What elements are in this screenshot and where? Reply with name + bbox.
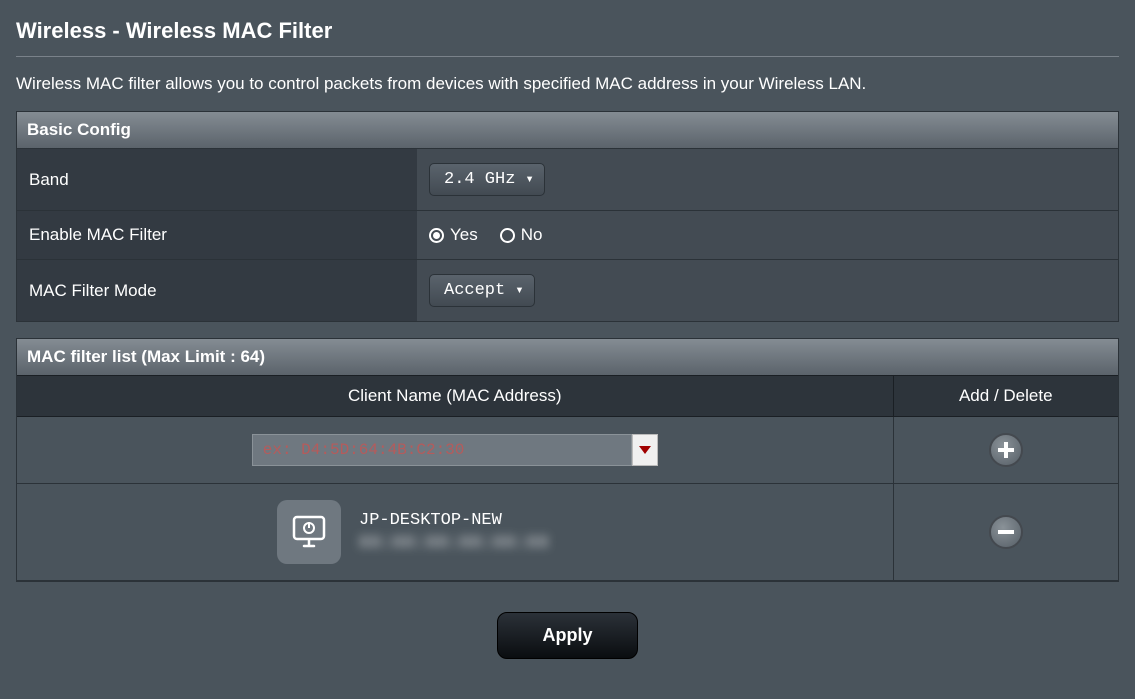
dropdown-triangle-icon (639, 446, 651, 454)
chevron-down-icon: ▾ (525, 171, 533, 188)
apply-button[interactable]: Apply (497, 612, 637, 659)
enable-no-radio[interactable]: No (500, 225, 543, 245)
basic-config-header: Basic Config (17, 112, 1118, 148)
mode-select[interactable]: Accept ▾ (429, 274, 535, 307)
mode-label: MAC Filter Mode (17, 260, 417, 322)
basic-config-table: Band 2.4 GHz ▾ Enable MAC Filter Yes (17, 148, 1118, 321)
page-description: Wireless MAC filter allows you to contro… (16, 73, 1119, 95)
client-mac: XX:XX:XX:XX:XX:XX (359, 534, 549, 553)
client-row: JP-DESKTOP-NEW XX:XX:XX:XX:XX:XX (27, 500, 883, 564)
chevron-down-icon: ▾ (515, 282, 523, 299)
plus-icon (996, 440, 1016, 460)
client-name: JP-DESKTOP-NEW (359, 511, 549, 530)
col-client-header: Client Name (MAC Address) (17, 376, 893, 417)
row-band: Band 2.4 GHz ▾ (17, 149, 1118, 211)
enable-yes-radio[interactable]: Yes (429, 225, 478, 245)
device-icon (277, 500, 341, 564)
client-text: JP-DESKTOP-NEW XX:XX:XX:XX:XX:XX (359, 511, 549, 553)
enable-label: Enable MAC Filter (17, 211, 417, 260)
list-header-row: Client Name (MAC Address) Add / Delete (17, 376, 1118, 417)
enable-no-label: No (521, 225, 543, 245)
mode-select-value: Accept (444, 281, 505, 300)
list-entry-row: JP-DESKTOP-NEW XX:XX:XX:XX:XX:XX (17, 484, 1118, 581)
band-label: Band (17, 149, 417, 211)
enable-yes-label: Yes (450, 225, 478, 245)
band-select[interactable]: 2.4 GHz ▾ (429, 163, 545, 196)
page-title: Wireless - Wireless MAC Filter (16, 12, 1119, 56)
radio-icon (500, 228, 515, 243)
mac-filter-list-panel: MAC filter list (Max Limit : 64) Client … (16, 338, 1119, 582)
delete-button[interactable] (989, 515, 1023, 549)
band-select-value: 2.4 GHz (444, 170, 515, 189)
mac-dropdown-button[interactable] (632, 434, 658, 466)
mac-filter-list-table: Client Name (MAC Address) Add / Delete (17, 375, 1118, 581)
apply-row: Apply (16, 598, 1119, 659)
enable-radio-group: Yes No (429, 225, 1106, 245)
mac-filter-list-header: MAC filter list (Max Limit : 64) (17, 339, 1118, 375)
row-enable-mac-filter: Enable MAC Filter Yes No (17, 211, 1118, 260)
mac-address-input[interactable] (252, 434, 632, 466)
list-input-row (17, 417, 1118, 484)
monitor-power-icon (289, 512, 329, 552)
radio-icon (429, 228, 444, 243)
minus-icon (996, 522, 1016, 542)
row-mac-filter-mode: MAC Filter Mode Accept ▾ (17, 260, 1118, 322)
col-action-header: Add / Delete (893, 376, 1118, 417)
add-button[interactable] (989, 433, 1023, 467)
title-divider (16, 56, 1119, 57)
mac-input-wrap (252, 434, 658, 466)
basic-config-panel: Basic Config Band 2.4 GHz ▾ Enable MAC F… (16, 111, 1119, 322)
